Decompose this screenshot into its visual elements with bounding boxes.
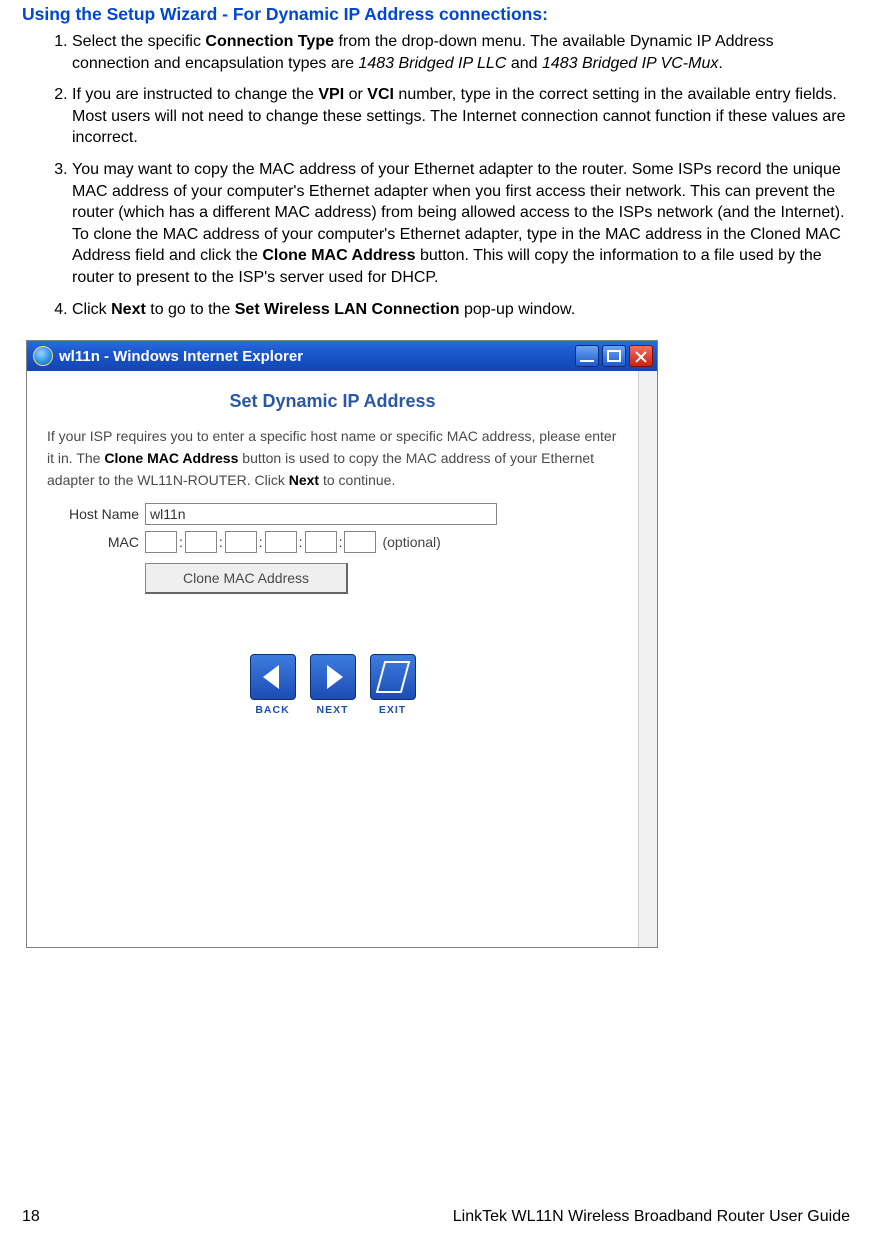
text: Click [72, 301, 111, 318]
bold: Set Wireless LAN Connection [235, 301, 460, 318]
window-title: wl11n - Windows Internet Explorer [59, 348, 303, 365]
text: . [718, 55, 722, 72]
mac-field-5[interactable] [305, 531, 337, 553]
nav-label: NEXT [316, 704, 348, 716]
bold: Connection Type [205, 33, 334, 50]
scrollbar[interactable] [638, 371, 657, 947]
host-name-input[interactable] [145, 503, 497, 525]
exit-door-icon [370, 654, 416, 700]
section-heading: Using the Setup Wizard - For Dynamic IP … [22, 4, 850, 25]
page-footer: 18 LinkTek WL11N Wireless Broadband Rout… [22, 1208, 850, 1226]
host-name-row: Host Name [47, 503, 618, 525]
wizard-title: Set Dynamic IP Address [47, 391, 618, 412]
step-4: Click Next to go to the Set Wireless LAN… [72, 299, 850, 321]
page-number: 18 [22, 1208, 40, 1226]
minimize-button[interactable] [575, 345, 599, 367]
text: If you are instructed to change the [72, 86, 318, 103]
wizard-window: wl11n - Windows Internet Explorer Set Dy… [26, 340, 658, 948]
mac-separator: : [337, 534, 345, 550]
bold: VCI [367, 86, 394, 103]
clone-mac-address-button[interactable]: Clone MAC Address [145, 563, 348, 594]
mac-field-1[interactable] [145, 531, 177, 553]
back-arrow-icon [250, 654, 296, 700]
mac-row: MAC : : : : : (optional) [47, 531, 618, 553]
nav-label: EXIT [379, 704, 406, 716]
text: and [506, 55, 542, 72]
bold: Clone MAC Address [104, 450, 238, 466]
italic: 1483 Bridged IP LLC [358, 55, 506, 72]
mac-field-2[interactable] [185, 531, 217, 553]
wizard-description: If your ISP requires you to enter a spec… [47, 426, 618, 491]
mac-separator: : [217, 534, 225, 550]
mac-field-4[interactable] [265, 531, 297, 553]
document-title: LinkTek WL11N Wireless Broadband Router … [453, 1208, 850, 1226]
nav-label: BACK [255, 704, 289, 716]
mac-separator: : [177, 534, 185, 550]
text: to continue. [319, 472, 395, 488]
text: to go to the [146, 301, 235, 318]
bold: Next [289, 472, 319, 488]
bold: Clone MAC Address [262, 247, 415, 264]
bold: Next [111, 301, 146, 318]
text: pop-up window. [460, 301, 576, 318]
wizard-nav: BACK NEXT EXIT [47, 594, 618, 730]
window-titlebar[interactable]: wl11n - Windows Internet Explorer [27, 341, 657, 371]
next-button[interactable]: NEXT [310, 654, 356, 716]
text: Select the specific [72, 33, 205, 50]
mac-label: MAC [47, 534, 145, 550]
host-name-label: Host Name [47, 506, 145, 522]
mac-field-3[interactable] [225, 531, 257, 553]
exit-button[interactable]: EXIT [370, 654, 416, 716]
step-1: Select the specific Connection Type from… [72, 31, 850, 74]
window-controls [575, 345, 653, 367]
step-2: If you are instructed to change the VPI … [72, 84, 850, 149]
mac-optional-label: (optional) [382, 534, 440, 550]
italic: 1483 Bridged IP VC-Mux [542, 55, 718, 72]
setup-steps: Select the specific Connection Type from… [50, 31, 850, 320]
back-button[interactable]: BACK [250, 654, 296, 716]
ie-icon [33, 346, 53, 366]
mac-field-6[interactable] [344, 531, 376, 553]
close-button[interactable] [629, 345, 653, 367]
maximize-button[interactable] [602, 345, 626, 367]
text: or [344, 86, 367, 103]
step-3: You may want to copy the MAC address of … [72, 159, 850, 289]
bold: VPI [318, 86, 344, 103]
next-arrow-icon [310, 654, 356, 700]
mac-separator: : [257, 534, 265, 550]
mac-separator: : [297, 534, 305, 550]
